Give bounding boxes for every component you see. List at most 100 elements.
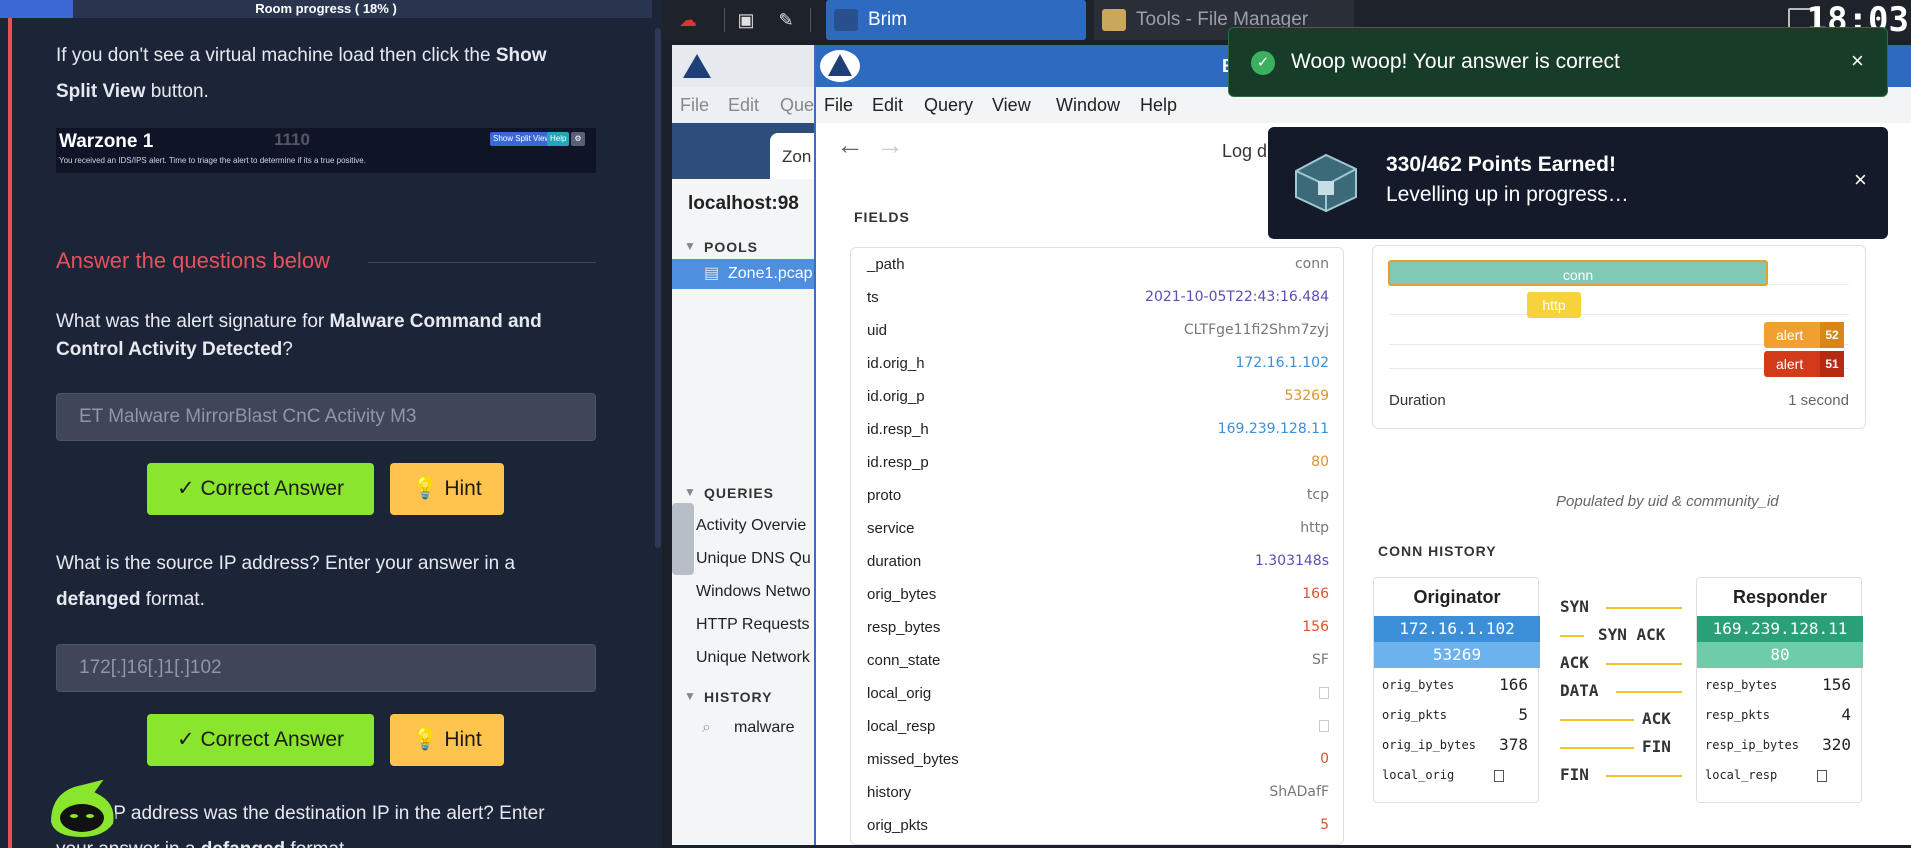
field-value: [1319, 677, 1329, 710]
field-key: id.resp_h: [867, 421, 929, 438]
field-row[interactable]: proto tcp: [851, 479, 1343, 512]
warzone-help-button: Help: [547, 132, 570, 146]
field-row[interactable]: _path conn: [851, 248, 1343, 281]
question-3-line2: your answer in a defanged format.: [56, 832, 596, 848]
scrollbar-thumb[interactable]: [655, 28, 661, 548]
bg-queries-section[interactable]: ▼ QUERIES: [672, 485, 774, 501]
field-row[interactable]: id.orig_p 53269: [851, 380, 1343, 413]
q1-correct-answer-button[interactable]: ✓ Correct Answer: [147, 463, 374, 515]
field-row[interactable]: service http: [851, 512, 1343, 545]
handshake-ack: ACK: [1560, 653, 1589, 672]
bg-host: localhost:98: [688, 193, 799, 214]
check-icon: ✓: [177, 477, 195, 500]
file-icon: ▤: [704, 265, 720, 282]
field-value: 166: [1302, 586, 1329, 602]
duration-label: Duration: [1389, 392, 1446, 409]
field-row[interactable]: id.resp_h 169.239.128.11: [851, 413, 1343, 446]
row-key: orig_ip_bytes: [1382, 738, 1476, 752]
close-icon[interactable]: ×: [1854, 167, 1867, 193]
history-label: HISTORY: [704, 689, 773, 705]
responder-card: Responder 169.239.128.11 80 resp_bytes 15…: [1696, 577, 1863, 803]
room-panel: Room progress ( 18% ) If you don't see a…: [0, 0, 662, 848]
timeline-conn-bar[interactable]: conn: [1388, 260, 1768, 286]
menu-query[interactable]: Query: [924, 87, 973, 123]
responder-title: Responder: [1732, 587, 1828, 607]
timeline-http-bar[interactable]: http: [1527, 292, 1581, 318]
menu-window[interactable]: Window: [1056, 87, 1120, 123]
q1-answer-field[interactable]: ET Malware MirrorBlast CnC Activity M3: [56, 393, 596, 441]
checkbox-icon: [1817, 760, 1827, 790]
field-value: 0: [1320, 751, 1329, 767]
field-row[interactable]: uid CLTFge11fi2Shm7zyj: [851, 314, 1343, 347]
room-progress: Room progress ( 18% ): [0, 0, 652, 18]
menu-edit[interactable]: Edit: [872, 87, 903, 123]
field-key: id.orig_p: [867, 388, 925, 405]
field-value: 169.239.128.11: [1217, 421, 1329, 437]
alert-label: alert: [1776, 356, 1804, 372]
timeline-alert-52[interactable]: alert 52: [1764, 322, 1844, 348]
field-value: http: [1300, 520, 1329, 536]
field-value: 5: [1320, 817, 1329, 833]
menu-help[interactable]: Help: [1140, 87, 1177, 123]
field-row[interactable]: orig_bytes 166: [851, 578, 1343, 611]
question-3: IP address was the destination IP in the…: [108, 796, 608, 832]
brim-app-icon: [834, 9, 858, 31]
row-value: 378: [1499, 735, 1528, 754]
row-key: resp_pkts: [1705, 708, 1771, 722]
q2-correct-answer-button[interactable]: ✓ Correct Answer: [147, 714, 374, 766]
field-row[interactable]: local_resp: [851, 710, 1343, 743]
room-scrollbar[interactable]: [652, 18, 662, 848]
field-key: duration: [867, 553, 922, 570]
back-arrow-icon[interactable]: ←: [836, 129, 864, 161]
bg-history-section[interactable]: ▼ HISTORY: [672, 689, 772, 705]
field-row[interactable]: ts 2021-10-05T22:43:16.484: [851, 281, 1343, 314]
conn-history-heading: CONN HISTORY: [1378, 543, 1497, 559]
timeline-alert-51[interactable]: alert 51: [1764, 351, 1844, 377]
terminal-icon[interactable]: ▣: [732, 6, 760, 34]
questions-heading: Answer the questions below: [56, 248, 330, 273]
responder-row: resp_bytes 156: [1705, 670, 1855, 700]
bg-menu-query[interactable]: Que: [780, 87, 814, 123]
field-value: 1.303148s: [1254, 553, 1329, 569]
menu-file[interactable]: File: [824, 87, 853, 123]
field-row[interactable]: local_orig: [851, 677, 1343, 710]
field-value: conn: [1294, 256, 1329, 272]
check-icon: ✓: [177, 728, 195, 751]
q2-hint-button[interactable]: 💡 Hint: [390, 714, 504, 766]
field-key: conn_state: [867, 652, 941, 669]
field-row[interactable]: missed_bytes 0: [851, 743, 1343, 776]
intro-part1: If you don't see a virtual machine load …: [56, 45, 491, 66]
bg-menu-file[interactable]: File: [680, 87, 709, 123]
row-key: orig_pkts: [1382, 708, 1448, 722]
handshake-syn-ack: SYN ACK: [1598, 625, 1666, 644]
q1-hint-button[interactable]: 💡 Hint: [390, 463, 504, 515]
text-editor-icon[interactable]: ✎: [772, 6, 800, 34]
cloud-icon[interactable]: ☁: [674, 6, 702, 34]
bg-menu-edit[interactable]: Edit: [728, 87, 759, 123]
field-row[interactable]: duration 1.303148s: [851, 545, 1343, 578]
field-row[interactable]: id.orig_h 172.16.1.102: [851, 347, 1343, 380]
originator-ip: 172.16.1.102: [1374, 616, 1540, 642]
menu-view[interactable]: View: [992, 87, 1031, 123]
forward-arrow-icon[interactable]: →: [876, 129, 904, 161]
assistant-avatar-icon[interactable]: [44, 776, 122, 840]
field-row[interactable]: resp_bytes 156: [851, 611, 1343, 644]
field-row[interactable]: conn_state SF: [851, 644, 1343, 677]
taskbar-separator: [724, 8, 725, 32]
timeline-box: conn http alert 52 alert 51 Duration 1 s…: [1372, 245, 1866, 429]
bg-pools-section[interactable]: ▼ POOLS: [672, 239, 758, 255]
detail-title: Log d: [1222, 141, 1268, 161]
handshake-data: DATA: [1560, 681, 1599, 700]
task-brim[interactable]: Brim: [826, 0, 1086, 40]
responder-row: resp_pkts 4: [1705, 700, 1855, 730]
q2-bold: defanged: [56, 589, 141, 610]
field-row[interactable]: history ShADafF: [851, 776, 1343, 809]
alert-severity: 52: [1820, 322, 1844, 348]
room-progress-label: Room progress ( 18% ): [255, 1, 397, 16]
field-row[interactable]: id.resp_p 80: [851, 446, 1343, 479]
close-icon[interactable]: ×: [1851, 48, 1864, 74]
q2-answer-field[interactable]: 172[.]16[.]1[.]102: [56, 644, 596, 692]
search-icon: ⌕: [702, 719, 711, 736]
brim-logo-icon: [683, 54, 711, 78]
field-row[interactable]: orig_pkts 5: [851, 809, 1343, 842]
